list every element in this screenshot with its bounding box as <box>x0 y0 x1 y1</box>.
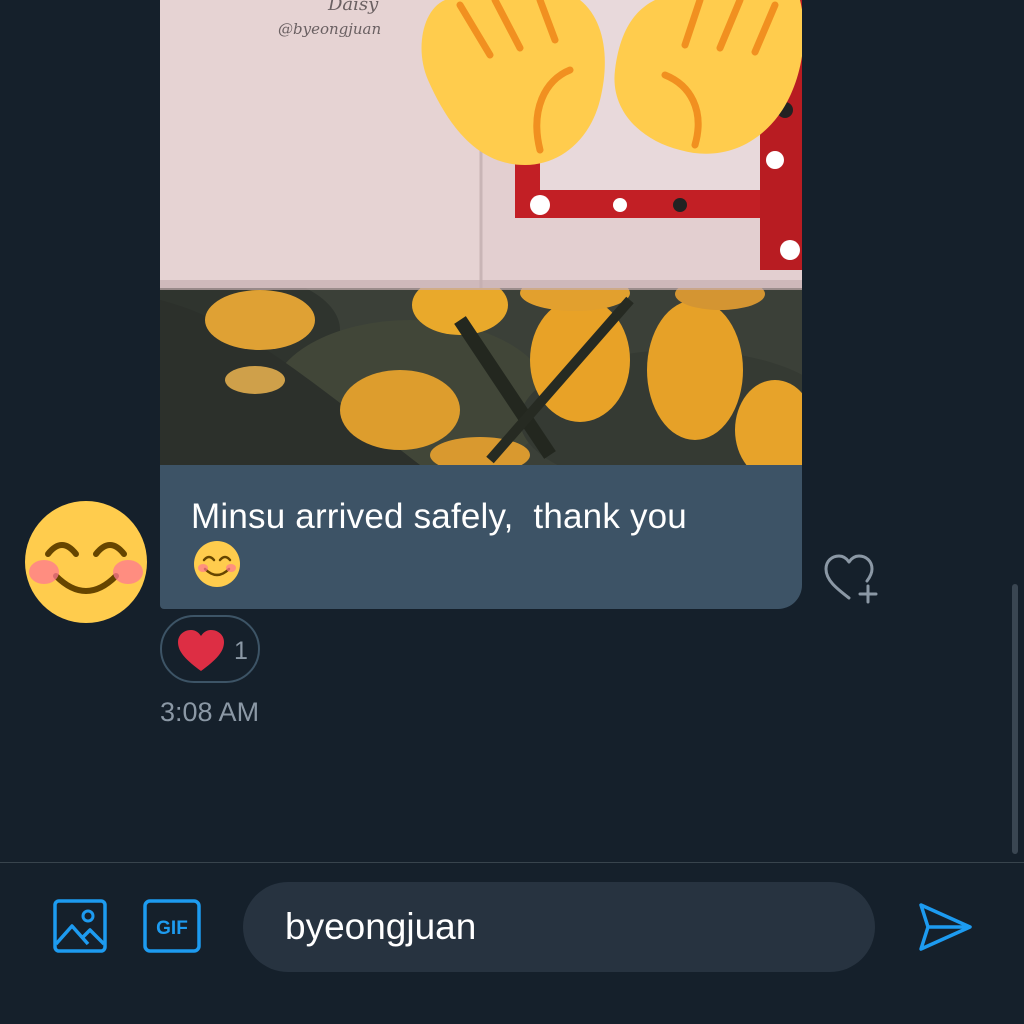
photo-image: Daisy @byeongjuan <box>160 0 802 465</box>
add-reaction-icon[interactable] <box>822 552 880 606</box>
fabric-pattern <box>160 270 802 465</box>
gif-label: GIF <box>156 918 188 939</box>
sender-avatar[interactable] <box>24 500 148 624</box>
heart-reaction[interactable]: 1 <box>160 615 260 683</box>
image-icon[interactable] <box>52 898 108 954</box>
message-input[interactable]: byeongjuan <box>243 882 875 972</box>
send-icon[interactable] <box>916 898 974 956</box>
gif-icon: GIF <box>143 899 201 953</box>
reaction-count: 1 <box>234 637 248 665</box>
message-text: Minsu arrived safely, thank you <box>191 497 687 536</box>
gif-button[interactable]: GIF <box>142 898 202 954</box>
scrollbar[interactable] <box>1012 584 1018 854</box>
message-bubble: Minsu arrived safely, thank you <box>160 465 802 609</box>
message-timestamp: 3:08 AM <box>160 697 260 727</box>
card-text-handle: @byeongjuan <box>278 20 381 38</box>
red-heart-icon <box>178 630 224 671</box>
card-text-name: Daisy <box>327 0 379 15</box>
smiling-face-icon <box>194 541 240 587</box>
message-photo[interactable]: Daisy @byeongjuan <box>160 0 802 465</box>
